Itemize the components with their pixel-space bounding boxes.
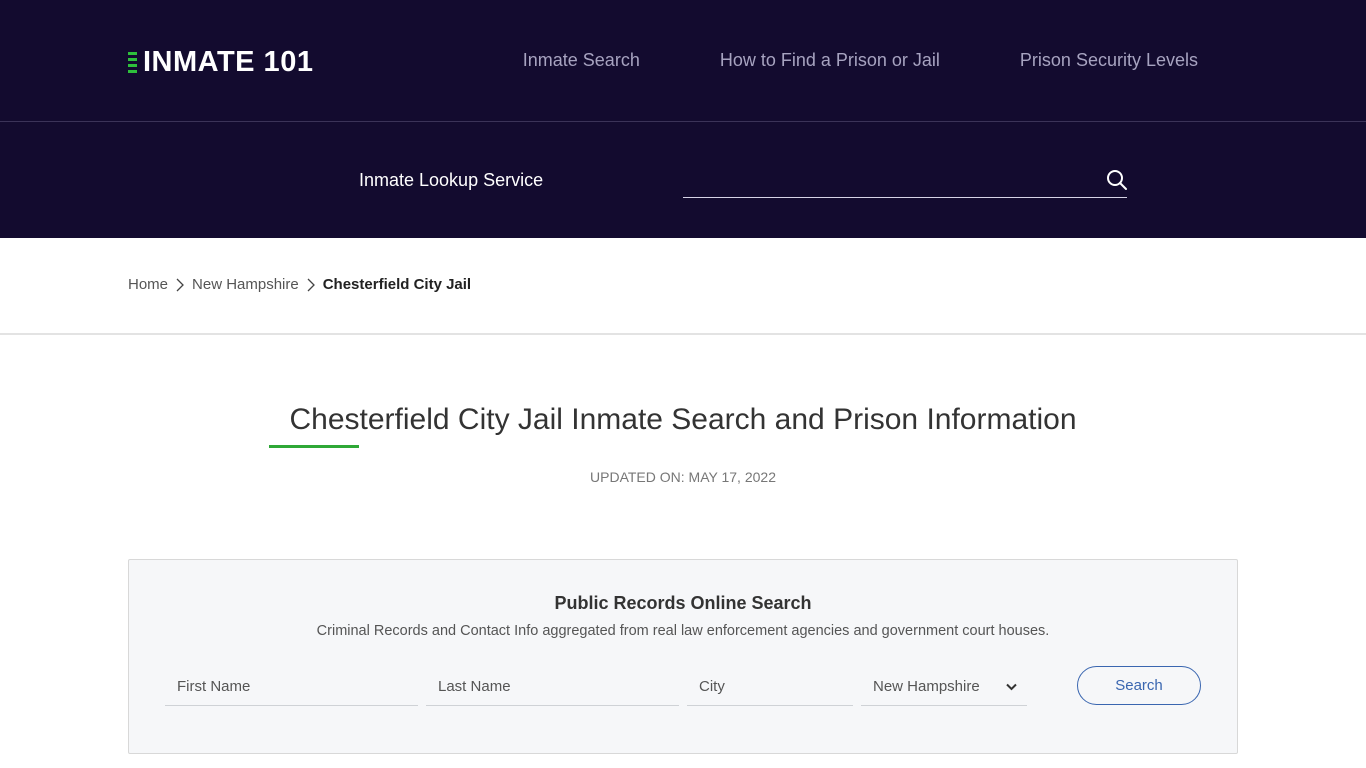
chevron-right-icon (176, 278, 184, 292)
search-button[interactable]: Search (1077, 666, 1201, 705)
nav-prison-security-levels[interactable]: Prison Security Levels (1020, 50, 1198, 71)
lookup-label: Inmate Lookup Service (359, 170, 544, 190)
city-input[interactable] (687, 668, 853, 706)
top-navigation-bar: INMATE 101 Inmate Search How to Find a P… (0, 0, 1366, 122)
breadcrumb-section: Home New Hampshire Chesterfield City Jai… (0, 238, 1366, 335)
search-icon[interactable] (1105, 168, 1129, 192)
breadcrumb-current: Chesterfield City Jail (322, 276, 472, 293)
chevron-right-icon (307, 278, 315, 292)
nav-inmate-search[interactable]: Inmate Search (523, 50, 640, 71)
updated-date: UPDATED ON: MAY 17, 2022 (590, 469, 776, 485)
state-select[interactable]: New Hampshire (861, 668, 1027, 706)
main-nav: Inmate Search How to Find a Prison or Ja… (523, 50, 1198, 71)
search-box-title: Public Records Online Search (554, 593, 812, 613)
lookup-bar: Inmate Lookup Service (0, 122, 1366, 238)
chevron-down-icon (1006, 678, 1017, 695)
nav-how-to-find-prison[interactable]: How to Find a Prison or Jail (720, 50, 940, 71)
public-records-search-box: Public Records Online Search Criminal Re… (128, 559, 1238, 754)
logo-bars-icon (128, 51, 137, 73)
breadcrumb: Home New Hampshire Chesterfield City Jai… (128, 276, 471, 293)
title-section: Chesterfield City Jail Inmate Search and… (0, 335, 1366, 560)
state-select-value: New Hampshire (873, 678, 980, 695)
site-logo[interactable]: INMATE 101 (128, 46, 313, 78)
title-underline (269, 445, 359, 448)
logo-text: INMATE 101 (143, 46, 314, 78)
lookup-search-input[interactable] (683, 166, 1127, 198)
first-name-input[interactable] (165, 668, 418, 706)
page-title: Chesterfield City Jail Inmate Search and… (289, 403, 1077, 436)
search-box-subtitle: Criminal Records and Contact Info aggreg… (316, 623, 1050, 639)
breadcrumb-new-hampshire[interactable]: New Hampshire (192, 276, 299, 293)
last-name-input[interactable] (426, 668, 679, 706)
breadcrumb-home[interactable]: Home (128, 276, 168, 293)
